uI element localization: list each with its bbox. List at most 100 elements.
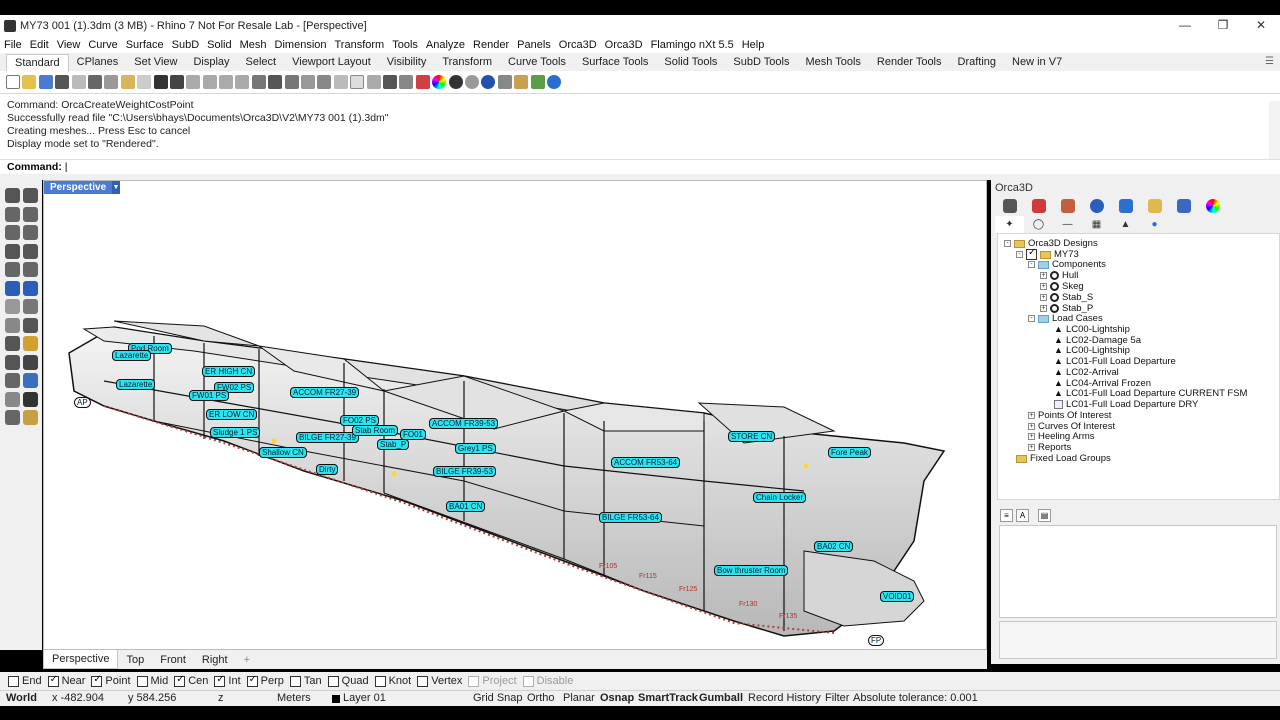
view-tab-right[interactable]: Right <box>194 651 236 669</box>
zoom-extents-icon[interactable] <box>219 75 234 89</box>
tree-item[interactable]: + Reports <box>1028 442 1071 453</box>
osnap-checkbox[interactable] <box>136 675 148 687</box>
tab-surface-tools[interactable]: Surface Tools <box>574 54 656 71</box>
undo-view-icon[interactable] <box>251 75 266 89</box>
hide-icon[interactable] <box>317 75 332 89</box>
menu-subd[interactable]: SubD <box>172 39 200 51</box>
property-pages-icon[interactable]: ▤ <box>1038 509 1051 522</box>
command-prompt[interactable]: Command: | <box>0 159 1280 174</box>
render-settings-icon[interactable] <box>497 75 512 89</box>
render-icon[interactable] <box>23 410 38 425</box>
subtab-hull-icon[interactable]: ✦ <box>995 216 1024 233</box>
osnap-checkbox[interactable] <box>327 675 339 687</box>
tab-new-in-v7[interactable]: New in V7 <box>1004 54 1070 71</box>
smarttrack-toggle[interactable]: SmartTrack <box>638 692 698 704</box>
new-file-icon[interactable] <box>6 75 20 89</box>
tolerance-display[interactable]: Absolute tolerance: 0.001 <box>853 692 978 704</box>
open-folder-icon[interactable] <box>1148 199 1162 213</box>
open-file-icon[interactable] <box>22 75 37 89</box>
osnap-end[interactable]: End <box>8 675 42 687</box>
tab-solid-tools[interactable]: Solid Tools <box>656 54 725 71</box>
tab-mesh-tools[interactable]: Mesh Tools <box>797 54 868 71</box>
tree-root[interactable]: - Orca3D Designs <box>1004 238 1098 249</box>
tree-item[interactable]: Fixed Load Groups <box>1016 453 1111 464</box>
tree-item[interactable]: + Skeg <box>1040 281 1084 292</box>
save-icon[interactable] <box>38 75 53 89</box>
color-wheel-icon[interactable] <box>432 75 447 89</box>
tab-select[interactable]: Select <box>238 54 285 71</box>
osnap-checkbox[interactable] <box>289 675 301 687</box>
tree-load-cases[interactable]: - Load Cases <box>1028 313 1103 324</box>
show-icon[interactable] <box>333 75 348 89</box>
osnap-checkbox[interactable] <box>174 674 186 687</box>
osnap-checkbox[interactable] <box>47 674 59 687</box>
select-icon[interactable] <box>5 188 20 203</box>
scale-icon[interactable] <box>23 336 38 351</box>
menu-tools[interactable]: Tools <box>392 39 418 51</box>
select-points-icon[interactable] <box>23 188 38 203</box>
tree-item[interactable]: + Stab_S <box>1040 292 1093 303</box>
tree-item[interactable]: ▲ LC01-Full Load Departure <box>1054 356 1176 367</box>
osnap-knot[interactable]: Knot <box>374 675 411 687</box>
tab-options-icon[interactable]: ☰ <box>1265 56 1274 67</box>
menu-analyze[interactable]: Analyze <box>426 39 465 51</box>
ellipse-icon[interactable] <box>23 243 38 259</box>
grid-snap-toggle[interactable]: Grid Snap <box>473 692 523 704</box>
subtab-eye-icon[interactable]: ◯ <box>1024 216 1053 233</box>
polyline-icon[interactable] <box>5 206 20 222</box>
text-icon[interactable] <box>23 354 38 370</box>
subtab-sections-icon[interactable]: ― <box>1053 216 1082 233</box>
tab-standard[interactable]: Standard <box>6 54 69 71</box>
menu-transform[interactable]: Transform <box>335 39 385 51</box>
menu-solid[interactable]: Solid <box>207 39 231 51</box>
current-layer[interactable]: Layer 01 <box>343 692 386 704</box>
sort-category-icon[interactable]: ≡ <box>1000 509 1013 522</box>
tab-render-tools[interactable]: Render Tools <box>869 54 950 71</box>
extrude-icon[interactable] <box>23 299 38 314</box>
record-history-toggle[interactable]: Record History <box>748 692 821 704</box>
print-icon[interactable] <box>55 75 70 89</box>
osnap-checkbox[interactable] <box>246 674 258 687</box>
tab-set-view[interactable]: Set View <box>126 54 185 71</box>
block-icon[interactable] <box>5 391 20 407</box>
resistance-icon[interactable] <box>1119 199 1133 213</box>
osnap-tan[interactable]: Tan <box>289 675 322 687</box>
transform-move-icon[interactable] <box>5 336 20 351</box>
layer-icon[interactable] <box>350 75 365 89</box>
analyze-icon[interactable] <box>5 410 20 425</box>
tree-item[interactable]: ▲ LC01-Full Load Departure CURRENT FSM <box>1054 388 1247 399</box>
osnap-toggle[interactable]: Osnap <box>600 692 634 704</box>
tab-subd-tools[interactable]: SubD Tools <box>725 54 797 71</box>
hydrostatics-icon[interactable] <box>1032 199 1046 213</box>
osnap-checkbox[interactable] <box>8 675 19 687</box>
sphere-solid-icon[interactable] <box>23 280 38 296</box>
array-icon[interactable] <box>5 373 20 388</box>
tab-cplanes[interactable]: CPlanes <box>69 54 127 71</box>
weights-icon[interactable] <box>1061 199 1075 213</box>
menu-panels[interactable]: Panels <box>517 39 551 51</box>
tree-item[interactable]: LC01-Full Load Departure DRY <box>1054 399 1198 410</box>
osnap-vertex[interactable]: Vertex <box>417 675 462 687</box>
view-tab-top[interactable]: Top <box>118 651 152 669</box>
osnap-mid[interactable]: Mid <box>136 675 168 687</box>
viewport-menu-arrow-icon[interactable]: ▼ <box>112 181 120 194</box>
tree-item[interactable]: ▲ LC00-Lightship <box>1054 324 1130 335</box>
menu-view[interactable]: View <box>57 39 81 51</box>
mesh-icon[interactable] <box>23 317 38 333</box>
menu-dimension[interactable]: Dimension <box>275 39 327 51</box>
ortho-toggle[interactable]: Ortho <box>527 692 555 704</box>
perspective-viewport[interactable]: Pod Room Lazarette Lazarette ER HIGH CN … <box>43 180 987 650</box>
cplane-indicator[interactable]: World <box>6 692 37 704</box>
light-icon[interactable] <box>366 75 381 89</box>
subtab-info-icon[interactable]: ● <box>1140 216 1169 233</box>
hull-tools-icon[interactable] <box>1003 199 1017 213</box>
rotate-view-icon[interactable] <box>169 75 184 89</box>
osnap-int[interactable]: Int <box>214 674 241 687</box>
group-icon[interactable] <box>23 373 38 388</box>
planar-toggle[interactable]: Planar <box>563 692 595 704</box>
circle-icon[interactable] <box>5 225 20 240</box>
menu-help[interactable]: Help <box>742 39 765 51</box>
menu-edit[interactable]: Edit <box>30 39 49 51</box>
osnap-quad[interactable]: Quad <box>327 675 369 687</box>
properties-grid[interactable] <box>999 525 1277 618</box>
